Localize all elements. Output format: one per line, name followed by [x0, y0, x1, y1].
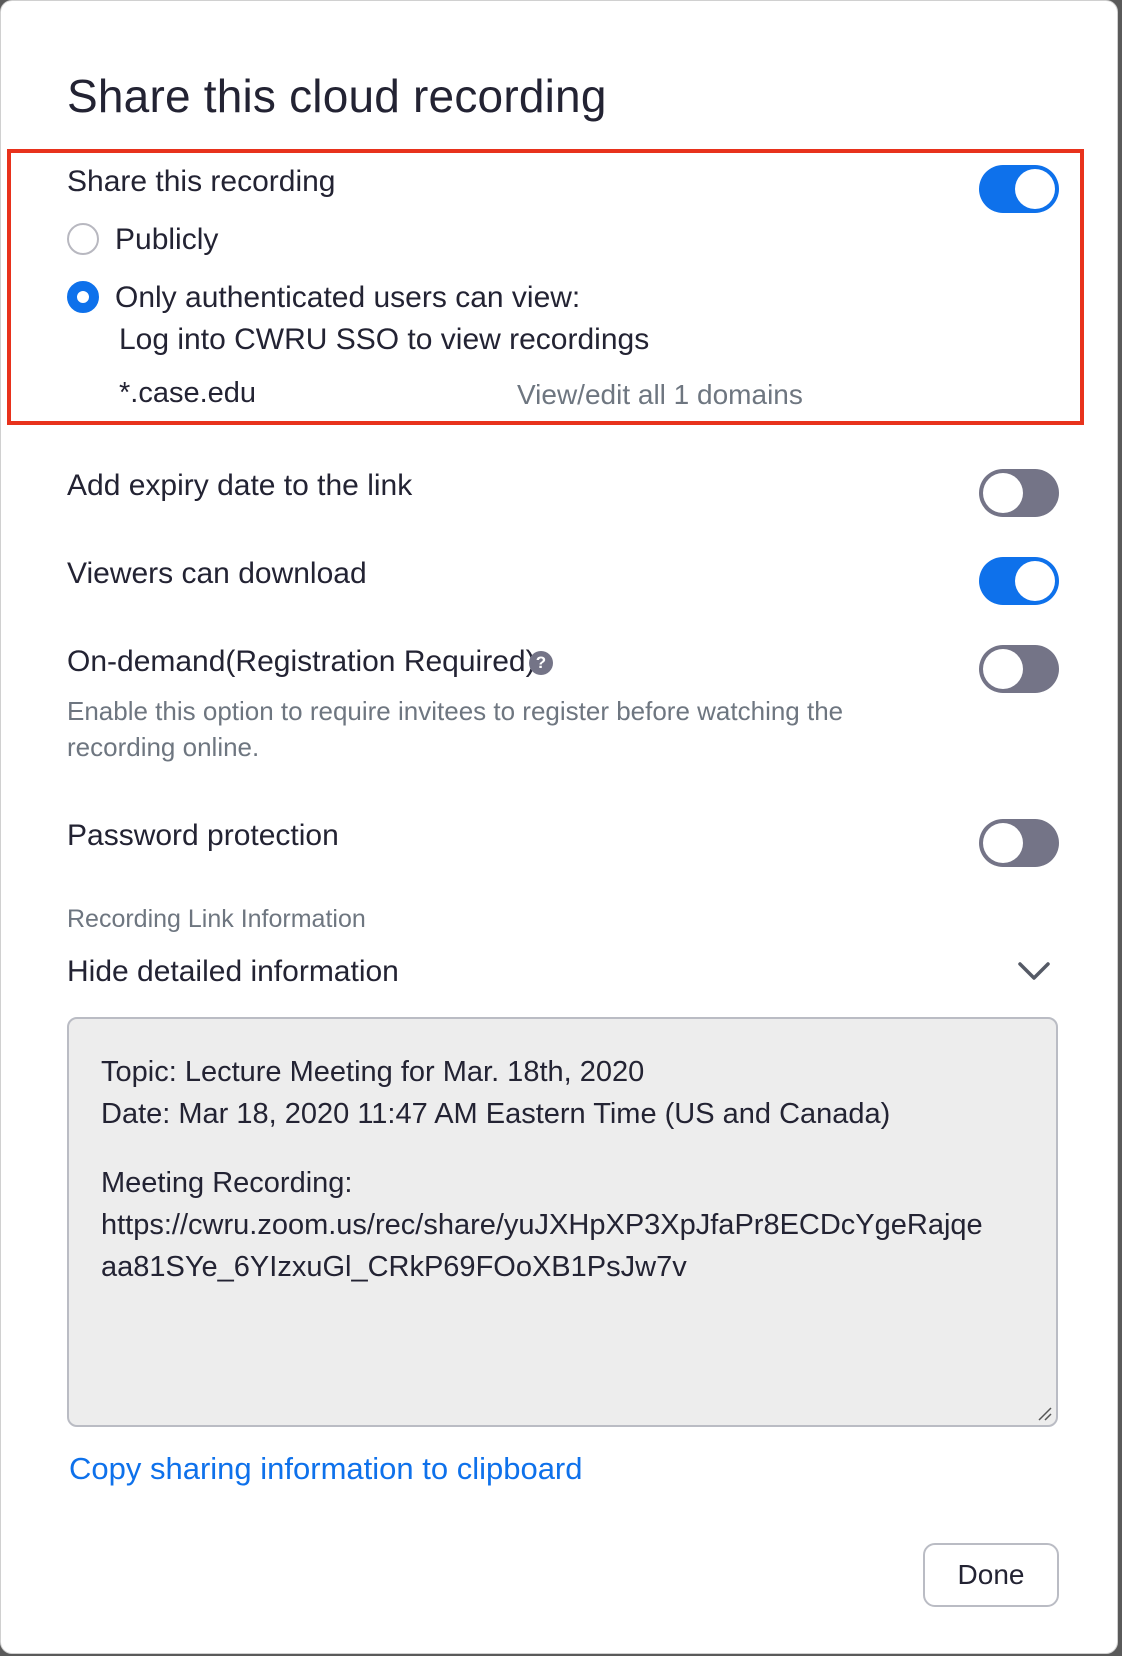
chevron-down-icon[interactable]	[1017, 953, 1051, 987]
on-demand-label: On-demand(Registration Required)	[67, 645, 536, 678]
share-recording-toggle[interactable]	[979, 165, 1059, 213]
done-button[interactable]: Done	[923, 1543, 1059, 1607]
expiry-label: Add expiry date to the link	[67, 469, 413, 502]
toggle-knob	[1015, 561, 1055, 601]
info-line-date: Date: Mar 18, 2020 11:47 AM Eastern Time…	[101, 1098, 891, 1130]
download-label: Viewers can download	[67, 557, 367, 590]
info-line-recording-label: Meeting Recording:	[101, 1167, 353, 1199]
toggle-knob	[983, 649, 1023, 689]
resize-grip-icon[interactable]	[1036, 1405, 1052, 1421]
on-demand-description: Enable this option to require invitees t…	[67, 696, 844, 762]
toggle-knob	[983, 823, 1023, 863]
on-demand-toggle[interactable]	[979, 645, 1059, 693]
info-line-topic: Topic: Lecture Meeting for Mar. 18th, 20…	[101, 1056, 645, 1088]
radio-publicly-label: Publicly	[115, 223, 219, 256]
toggle-knob	[983, 473, 1023, 513]
password-label: Password protection	[67, 819, 339, 852]
copy-to-clipboard-link[interactable]: Copy sharing information to clipboard	[69, 1451, 583, 1487]
info-line-blank	[101, 1135, 1024, 1162]
sharing-info-textarea[interactable]: Topic: Lecture Meeting for Mar. 18th, 20…	[67, 1017, 1058, 1427]
radio-authenticated-label: Only authenticated users can view:	[115, 281, 581, 314]
help-icon[interactable]: ?	[529, 651, 553, 675]
auth-profile-text: Log into CWRU SSO to view recordings	[119, 323, 650, 356]
password-toggle[interactable]	[979, 819, 1059, 867]
domain-text: *.case.edu	[119, 377, 257, 409]
info-line-url-1: https://cwru.zoom.us/rec/share/yuJXHpXP3…	[101, 1209, 983, 1241]
info-line-url-2: aa81SYe_6YIzxuGl_CRkP69FOoXB1PsJw7v	[101, 1251, 687, 1283]
dialog-title: Share this cloud recording	[67, 70, 607, 122]
radio-publicly[interactable]	[67, 223, 99, 255]
share-recording-label: Share this recording	[67, 165, 336, 198]
radio-authenticated[interactable]	[67, 281, 99, 313]
view-edit-domains-link[interactable]: View/edit all 1 domains	[517, 379, 803, 411]
expiry-toggle[interactable]	[979, 469, 1059, 517]
toggle-knob	[1015, 169, 1055, 209]
share-recording-dialog: Share this cloud recording Share this re…	[0, 0, 1118, 1654]
recording-link-section-label: Recording Link Information	[67, 905, 366, 933]
download-toggle[interactable]	[979, 557, 1059, 605]
hide-details-toggle[interactable]: Hide detailed information	[67, 955, 399, 989]
